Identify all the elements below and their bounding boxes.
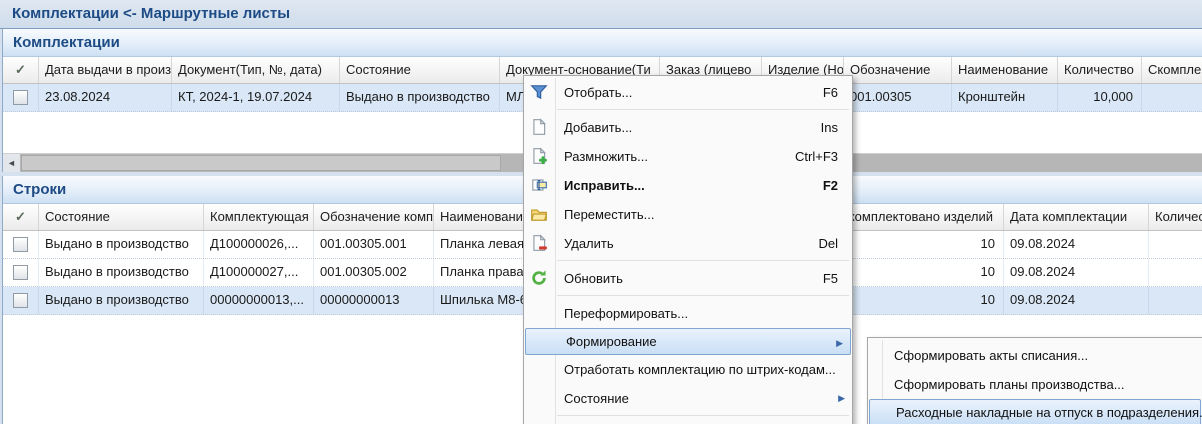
submenu-item-plans[interactable]: Сформировать планы производства... xyxy=(868,370,1202,399)
menu-item-refresh[interactable]: Обновить F5 xyxy=(524,264,852,293)
menu-item-move[interactable]: Переместить... xyxy=(524,200,852,229)
menu-item-label: Переформировать... xyxy=(564,306,688,321)
menu-item-label: Добавить... xyxy=(564,120,632,135)
table-cell: 00000000013,... xyxy=(204,287,314,314)
menu-shortcut: F2 xyxy=(823,178,852,193)
table-cell: КТ, 2024-1, 19.07.2024 xyxy=(172,84,340,111)
edit-page-icon xyxy=(530,176,548,194)
submenu-item-acts[interactable]: Сформировать акты списания... xyxy=(868,341,1202,370)
duplicate-page-icon xyxy=(530,147,548,165)
menu-item-label: Размножить... xyxy=(564,149,648,164)
table-cell: 00000000013 xyxy=(314,287,434,314)
menu-item-state[interactable]: Состояние ▶ xyxy=(524,384,852,413)
column-header[interactable]: Комплектующая xyxy=(204,204,314,230)
menu-item-formirovanie[interactable]: Формирование ▶ xyxy=(525,328,851,355)
column-header[interactable]: Обозначение xyxy=(844,57,952,83)
menu-item-add[interactable]: Добавить... Ins xyxy=(524,113,852,142)
menu-item-edit[interactable]: Исправить... F2 xyxy=(524,171,852,200)
menu-item-reform[interactable]: Переформировать... xyxy=(524,299,852,328)
table-cell: 001.00305 xyxy=(844,84,952,111)
table-cell: Кронштейн xyxy=(952,84,1058,111)
menu-item-label: Исправить... xyxy=(564,178,645,193)
submenu-arrow-icon: ▶ xyxy=(838,393,845,404)
menu-item-label: Переместить... xyxy=(564,207,654,222)
table-cell xyxy=(1149,287,1202,314)
filter-icon xyxy=(530,83,548,101)
breadcrumb-title: Комплектации <- Маршрутные листы xyxy=(12,5,290,22)
row-check-cell xyxy=(3,231,39,258)
menu-item-label: Сформировать акты списания... xyxy=(894,348,1088,363)
menu-shortcut: Del xyxy=(818,236,852,251)
column-header[interactable]: Документ(Тип, №, дата) xyxy=(172,57,340,83)
table-cell: 09.08.2024 xyxy=(1004,287,1149,314)
menu-item-barcode[interactable]: Отработать комплектацию по штрих-кодам..… xyxy=(524,355,852,384)
table-cell xyxy=(1149,231,1202,258)
row-checkbox[interactable] xyxy=(13,90,28,105)
move-folder-icon xyxy=(530,205,548,223)
title-bar: Комплектации <- Маршрутные листы xyxy=(0,0,1202,29)
select-all-check-icon[interactable]: ✓ xyxy=(3,57,39,83)
delete-page-icon xyxy=(530,234,548,252)
row-check-cell xyxy=(3,259,39,286)
menu-separator xyxy=(524,413,852,419)
submenu-item-invoices[interactable]: Расходные накладные на отпуск в подразде… xyxy=(869,399,1201,424)
menu-shortcut: Ctrl+F3 xyxy=(795,149,852,164)
row-checkbox[interactable] xyxy=(13,237,28,252)
table-cell: Выдано в производство xyxy=(39,287,204,314)
menu-shortcut: F5 xyxy=(823,271,852,286)
table-cell: 23.08.2024 xyxy=(39,84,172,111)
column-header[interactable]: Наименование xyxy=(952,57,1058,83)
column-header[interactable]: Количество xyxy=(1058,57,1142,83)
table-cell: Д100000027,... xyxy=(204,259,314,286)
menu-item-delete[interactable]: Удалить Del xyxy=(524,229,852,258)
column-header[interactable]: Обозначение комп xyxy=(314,204,434,230)
menu-item-label: Обновить xyxy=(564,271,623,286)
menu-item-label: Расходные накладные на отпуск в подразде… xyxy=(896,405,1202,420)
scrollbar-thumb[interactable] xyxy=(21,155,501,171)
submenu-arrow-icon: ▶ xyxy=(836,338,843,349)
select-all-check-icon[interactable]: ✓ xyxy=(3,204,39,230)
row-checkbox[interactable] xyxy=(13,265,28,280)
menu-shortcut: F6 xyxy=(823,85,852,100)
table-cell: 001.00305.001 xyxy=(314,231,434,258)
table-cell: Д100000026,... xyxy=(204,231,314,258)
table-cell: Выдано в производство xyxy=(39,259,204,286)
column-header[interactable]: Дата выдачи в произ xyxy=(39,57,172,83)
table-cell: 09.08.2024 xyxy=(1004,231,1149,258)
table-cell xyxy=(1149,259,1202,286)
table-cell: Выдано в производство xyxy=(39,231,204,258)
column-header[interactable]: Количество xyxy=(1149,204,1202,230)
column-header[interactable]: Скомплектовано xyxy=(1142,57,1202,83)
table-cell: 001.00305.002 xyxy=(314,259,434,286)
row-check-cell xyxy=(3,84,39,111)
menu-item-label: Удалить xyxy=(564,236,614,251)
refresh-icon xyxy=(530,269,548,287)
menu-item-filter[interactable]: Отобрать... F6 xyxy=(524,78,852,107)
menu-item-duplicate[interactable]: Размножить... Ctrl+F3 xyxy=(524,142,852,171)
row-check-cell xyxy=(3,287,39,314)
menu-item-label: Формирование xyxy=(566,334,657,349)
panel-title: Комплектации xyxy=(3,29,1202,51)
menu-item-label: Состояние xyxy=(564,391,629,406)
menu-item-label: Отработать комплектацию по штрих-кодам..… xyxy=(564,362,836,377)
add-page-icon xyxy=(530,118,548,136)
table-cell: Выдано в производство xyxy=(340,84,500,111)
table-cell xyxy=(1142,84,1202,111)
table-cell: 09.08.2024 xyxy=(1004,259,1149,286)
row-checkbox[interactable] xyxy=(13,293,28,308)
table-cell: 10,000 xyxy=(1058,84,1142,111)
menu-item-label: Сформировать планы производства... xyxy=(894,377,1125,392)
panel-komplektacii-header: Комплектации xyxy=(3,29,1202,57)
app-window: Комплектации <- Маршрутные листы Комплек… xyxy=(0,0,1202,424)
menu-shortcut: Ins xyxy=(821,120,852,135)
scroll-left-icon[interactable]: ◄ xyxy=(3,154,20,172)
column-header[interactable]: Дата комплектации xyxy=(1004,204,1149,230)
menu-item-label: Отобрать... xyxy=(564,85,632,100)
column-header[interactable]: Состояние xyxy=(340,57,500,83)
column-header[interactable]: Состояние xyxy=(39,204,204,230)
context-menu: Отобрать... F6 Добавить... Ins Размножит… xyxy=(523,75,853,424)
formirovanie-submenu: Сформировать акты списания... Сформирова… xyxy=(867,337,1202,424)
